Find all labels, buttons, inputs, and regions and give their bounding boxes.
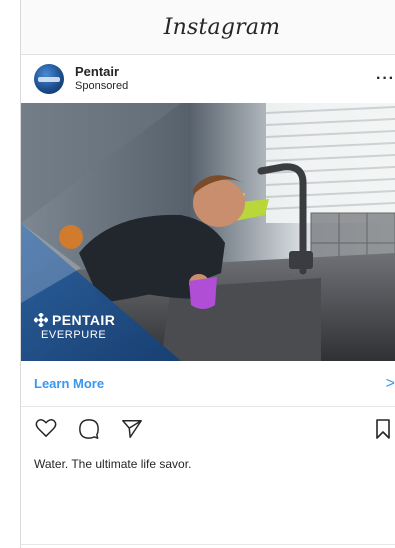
user-block: Pentair Sponsored <box>75 64 129 93</box>
sponsored-label: Sponsored <box>75 80 129 93</box>
app-header: Instagram <box>21 0 395 55</box>
post-header: Pentair Sponsored ··· <box>21 56 395 102</box>
instagram-post-screen: Instagram Pentair Sponsored ··· PENTAIR … <box>0 0 395 548</box>
username[interactable]: Pentair <box>75 64 128 80</box>
pentair-logo-icon <box>34 313 48 327</box>
avatar[interactable] <box>34 64 64 94</box>
bookmark-icon[interactable] <box>375 418 391 445</box>
window-blinds <box>265 103 395 223</box>
paper-plane-icon[interactable] <box>121 418 143 445</box>
chevron-right-icon[interactable]: > <box>386 375 395 393</box>
learn-more-link[interactable]: Learn More <box>34 376 104 391</box>
more-options-icon[interactable]: ··· <box>376 70 395 88</box>
heart-icon[interactable] <box>35 418 57 443</box>
brand-subtitle: EVERPURE <box>41 329 107 341</box>
brand-name: PENTAIR <box>52 312 116 328</box>
brand-overlay: PENTAIR EVERPURE <box>34 312 115 341</box>
action-bar <box>21 414 395 444</box>
post-caption: Water. The ultimate life savor. <box>34 457 192 471</box>
learn-more-bar[interactable]: Learn More > <box>21 361 395 407</box>
comment-bubble-icon[interactable] <box>78 418 100 445</box>
bottom-divider <box>20 544 395 545</box>
instagram-logo[interactable]: Instagram <box>164 15 280 40</box>
